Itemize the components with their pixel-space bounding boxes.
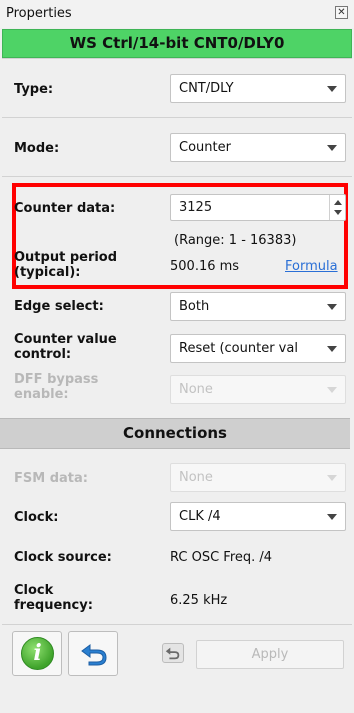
clock-frequency-value: 6.25 kHz: [170, 593, 228, 608]
clock-source-value: RC OSC Freq. /4: [170, 550, 273, 565]
type-select[interactable]: CNT/DLY: [170, 74, 346, 103]
fsm-data-value: None: [179, 470, 213, 485]
counter-value-control-label: Counter value control:: [14, 332, 117, 362]
type-select-value: CNT/DLY: [179, 81, 234, 96]
chevron-down-icon: [327, 304, 337, 310]
chevron-down-icon: [327, 86, 337, 92]
counter-value-control-select[interactable]: Reset (counter val: [170, 334, 346, 363]
formula-link[interactable]: Formula: [285, 259, 338, 274]
chevron-down-icon: [327, 387, 337, 393]
mode-label: Mode:: [14, 141, 60, 156]
revert-icon: [165, 647, 180, 660]
spin-up-icon[interactable]: [334, 200, 342, 205]
connections-header: Connections: [0, 418, 350, 449]
output-period-label-line1: Output period: [14, 250, 118, 265]
revert-button[interactable]: [162, 643, 184, 663]
dff-bypass-label-line1: DFF bypass: [14, 372, 99, 387]
output-period-label-line2: (typical):: [14, 265, 81, 280]
fsm-data-select: None: [170, 463, 346, 492]
undo-icon: [81, 644, 107, 666]
clock-frequency-label: Clock frequency:: [14, 583, 93, 613]
clock-label: Clock:: [14, 510, 59, 525]
divider: [2, 624, 352, 625]
divider: [2, 117, 352, 118]
counter-data-spinbox[interactable]: 3125: [170, 194, 346, 221]
divider: [2, 58, 352, 59]
apply-button[interactable]: Apply: [196, 640, 344, 669]
dff-bypass-value: None: [179, 382, 213, 397]
clock-source-label: Clock source:: [14, 550, 112, 565]
divider: [2, 176, 352, 177]
close-icon[interactable]: ✕: [335, 6, 348, 19]
type-label: Type:: [14, 82, 54, 97]
output-period-value: 500.16 ms: [170, 259, 240, 274]
dff-bypass-label-line2: enable:: [14, 387, 69, 402]
edge-select-value: Both: [179, 299, 210, 314]
clock-select[interactable]: CLK /4: [170, 502, 346, 531]
window-titlebar: Properties ✕: [0, 0, 354, 28]
clock-frequency-label-line2: frequency:: [14, 598, 93, 613]
mode-select-value: Counter: [179, 140, 231, 155]
counter-data-value: 3125: [179, 200, 213, 215]
chevron-down-icon: [327, 346, 337, 352]
dff-bypass-select: None: [170, 375, 346, 404]
spin-down-icon[interactable]: [334, 210, 342, 215]
output-period-label: Output period (typical):: [14, 250, 117, 280]
chevron-down-icon: [327, 514, 337, 520]
info-button[interactable]: i: [12, 631, 62, 676]
counter-value-control-value: Reset (counter val: [179, 341, 298, 356]
chevron-down-icon: [327, 475, 337, 481]
clock-frequency-label-line1: Clock: [14, 583, 54, 598]
counter-data-range: (Range: 1 - 16383): [174, 233, 297, 248]
edge-select-label: Edge select:: [14, 299, 104, 314]
dff-bypass-label: DFF bypass enable:: [14, 372, 98, 402]
clock-value: CLK /4: [179, 509, 221, 524]
edge-select[interactable]: Both: [170, 292, 346, 321]
undo-button[interactable]: [68, 631, 118, 676]
mode-select[interactable]: Counter: [170, 133, 346, 162]
spin-buttons[interactable]: [329, 195, 345, 220]
window-title: Properties: [6, 6, 72, 21]
counter-data-label: Counter data:: [14, 201, 116, 216]
counter-value-control-label-line1: Counter value: [14, 332, 117, 347]
info-icon: i: [21, 637, 54, 670]
block-title-banner: WS Ctrl/14-bit CNT0/DLY0: [2, 29, 352, 58]
chevron-down-icon: [327, 145, 337, 151]
fsm-data-label: FSM data:: [14, 471, 88, 486]
counter-value-control-label-line2: control:: [14, 347, 72, 362]
